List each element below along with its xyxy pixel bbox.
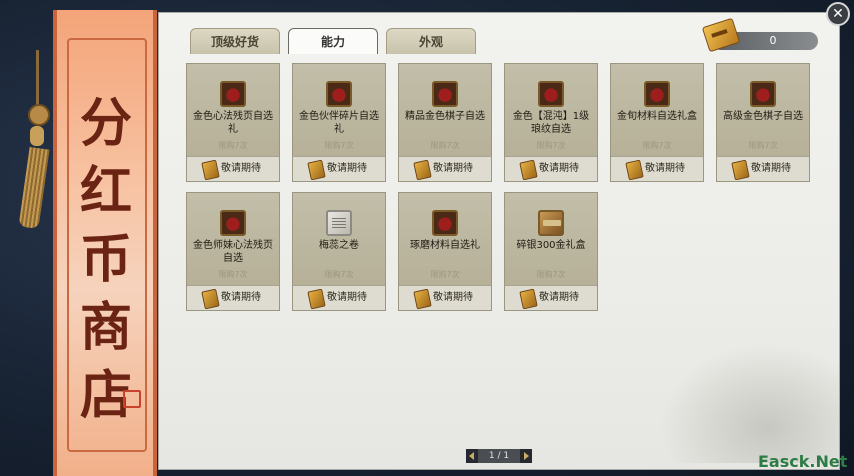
tab-top-goods[interactable]: 顶级好货 bbox=[190, 28, 280, 54]
close-icon: ✕ bbox=[832, 6, 844, 22]
item-price: 敬请期待 bbox=[645, 163, 685, 174]
item-grid: 金色心法残页自选礼 限购7次 敬请期待 金色伙伴碎片自选礼 限购7次 敬请期待 … bbox=[186, 63, 826, 313]
seal-stamp-icon bbox=[123, 390, 141, 408]
red-treasure-chest-icon bbox=[538, 81, 564, 107]
next-page-button[interactable] bbox=[520, 449, 532, 463]
item-price-bar: 敬请期待 bbox=[187, 156, 279, 181]
item-limit: 限购7次 bbox=[218, 270, 248, 279]
tab-ability[interactable]: 能力 bbox=[288, 28, 378, 54]
item-name: 金色师妹心法残页自选 bbox=[193, 240, 273, 264]
category-tabs: 顶级好货 能力 外观 bbox=[190, 28, 476, 54]
tab-appearance[interactable]: 外观 bbox=[386, 28, 476, 54]
shop-title-char: 红 bbox=[79, 161, 132, 222]
item-limit: 限购7次 bbox=[536, 270, 566, 279]
item-limit: 限购7次 bbox=[324, 141, 354, 150]
red-treasure-chest-icon bbox=[220, 81, 246, 107]
item-limit: 限购7次 bbox=[748, 141, 778, 150]
watermark: Easck.Net bbox=[758, 452, 848, 471]
item-name: 高级金色棋子自选 bbox=[723, 111, 803, 122]
item-name: 琢磨材料自选礼 bbox=[410, 240, 480, 251]
red-treasure-chest-icon bbox=[750, 81, 776, 107]
ink-landscape-decoration bbox=[659, 343, 839, 463]
red-treasure-chest-icon bbox=[326, 81, 352, 107]
prev-page-button[interactable] bbox=[466, 449, 478, 463]
shop-banner: 分 红 币 商 店 bbox=[53, 10, 157, 476]
shop-title: 分 红 币 商 店 bbox=[71, 90, 141, 430]
item-price-bar: 敬请期待 bbox=[187, 285, 279, 310]
item-name: 金色心法残页自选礼 bbox=[193, 111, 273, 135]
item-price-bar: 敬请期待 bbox=[717, 156, 809, 181]
shop-title-char: 币 bbox=[79, 229, 132, 290]
item-limit: 限购7次 bbox=[642, 141, 672, 150]
item-price-bar: 敬请期待 bbox=[505, 285, 597, 310]
item-name: 金色伙伴碎片自选礼 bbox=[299, 111, 379, 135]
item-price: 敬请期待 bbox=[433, 163, 473, 174]
tassel-knot bbox=[28, 104, 50, 126]
item-price: 敬请期待 bbox=[751, 163, 791, 174]
item-limit: 限购7次 bbox=[324, 270, 354, 279]
shop-item-card[interactable]: 金色【混沌】1级琅纹自选 限购7次 敬请期待 bbox=[504, 63, 598, 182]
item-name: 梅蕊之卷 bbox=[319, 240, 359, 251]
coin-icon bbox=[413, 288, 432, 310]
page-indicator: 1 / 1 bbox=[488, 451, 510, 461]
shop-title-char: 商 bbox=[79, 297, 132, 358]
shop-item-card[interactable]: 碎银300金礼盒 限购7次 敬请期待 bbox=[504, 192, 598, 311]
item-price: 敬请期待 bbox=[539, 292, 579, 303]
red-treasure-chest-icon bbox=[220, 210, 246, 236]
tassel-cord bbox=[36, 50, 39, 110]
shop-item-card[interactable]: 金色伙伴碎片自选礼 限购7次 敬请期待 bbox=[292, 63, 386, 182]
item-price-bar: 敬请期待 bbox=[505, 156, 597, 181]
scroll-icon bbox=[326, 210, 352, 236]
item-price-bar: 敬请期待 bbox=[293, 156, 385, 181]
item-price: 敬请期待 bbox=[433, 292, 473, 303]
item-name: 精品金色棋子自选 bbox=[405, 111, 485, 122]
shop-item-card[interactable]: 金色心法残页自选礼 限购7次 敬请期待 bbox=[186, 63, 280, 182]
item-price-bar: 敬请期待 bbox=[293, 285, 385, 310]
item-limit: 限购7次 bbox=[430, 141, 460, 150]
item-limit: 限购7次 bbox=[218, 141, 248, 150]
item-price: 敬请期待 bbox=[221, 163, 261, 174]
close-button[interactable]: ✕ bbox=[826, 2, 850, 26]
coin-icon bbox=[413, 159, 432, 181]
shop-item-card[interactable]: 精品金色棋子自选 限购7次 敬请期待 bbox=[398, 63, 492, 182]
coin-icon bbox=[201, 288, 220, 310]
item-limit: 限购7次 bbox=[536, 141, 566, 150]
item-price-bar: 敬请期待 bbox=[399, 156, 491, 181]
item-name: 金旬材料自选礼盒 bbox=[617, 111, 697, 122]
coin-icon bbox=[625, 159, 644, 181]
coin-icon bbox=[519, 159, 538, 181]
item-price: 敬请期待 bbox=[221, 292, 261, 303]
shop-item-card[interactable]: 高级金色棋子自选 限购7次 敬请期待 bbox=[716, 63, 810, 182]
shop-item-card[interactable]: 梅蕊之卷 限购7次 敬请期待 bbox=[292, 192, 386, 311]
silver-box-icon bbox=[538, 210, 564, 236]
item-price-bar: 敬请期待 bbox=[611, 156, 703, 181]
item-price: 敬请期待 bbox=[327, 163, 367, 174]
shop-item-card[interactable]: 金旬材料自选礼盒 限购7次 敬请期待 bbox=[610, 63, 704, 182]
item-price-bar: 敬请期待 bbox=[399, 285, 491, 310]
shop-title-char: 分 bbox=[79, 93, 132, 154]
pagination: 1 / 1 bbox=[466, 449, 532, 463]
coin-icon bbox=[201, 159, 220, 181]
coin-icon bbox=[519, 288, 538, 310]
coin-icon bbox=[307, 288, 326, 310]
currency-amount: 0 bbox=[769, 34, 777, 47]
shop-item-card[interactable]: 琢磨材料自选礼 限购7次 敬请期待 bbox=[398, 192, 492, 311]
coin-icon bbox=[307, 159, 326, 181]
coin-icon bbox=[731, 159, 750, 181]
shop-item-card[interactable]: 金色师妹心法残页自选 限购7次 敬请期待 bbox=[186, 192, 280, 311]
tassel-bead bbox=[30, 126, 44, 146]
item-name: 金色【混沌】1级琅纹自选 bbox=[512, 111, 590, 135]
red-treasure-chest-icon bbox=[432, 81, 458, 107]
item-name: 碎银300金礼盒 bbox=[516, 240, 586, 251]
item-price: 敬请期待 bbox=[539, 163, 579, 174]
red-treasure-chest-icon bbox=[644, 81, 670, 107]
red-treasure-chest-icon bbox=[432, 210, 458, 236]
item-price: 敬请期待 bbox=[327, 292, 367, 303]
item-limit: 限购7次 bbox=[430, 270, 460, 279]
